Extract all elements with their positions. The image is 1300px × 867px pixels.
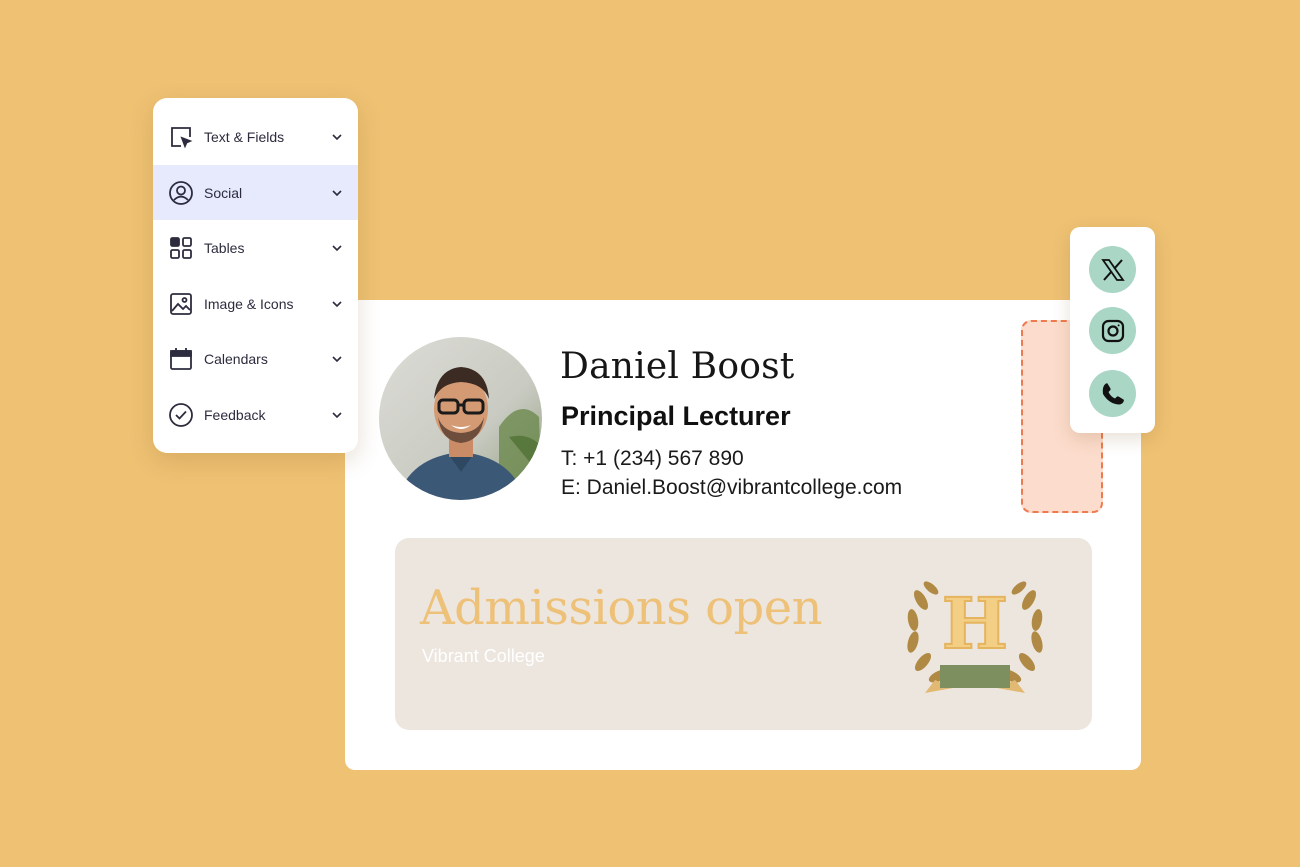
menu-label: Text & Fields	[204, 128, 285, 145]
menu-item-social[interactable]: Social	[153, 165, 358, 220]
menu-label: Social	[204, 184, 243, 201]
chevron-down-icon	[332, 411, 342, 418]
phone-icon	[1102, 382, 1124, 404]
signature-name[interactable]: Daniel Boost	[560, 346, 794, 387]
chevron-down-icon	[332, 300, 342, 307]
menu-label: Tables	[204, 239, 245, 256]
menu-item-calendars[interactable]: Calendars	[153, 331, 358, 386]
instagram-social-button[interactable]	[1089, 307, 1136, 354]
x-social-button[interactable]	[1089, 246, 1136, 293]
signature-title[interactable]: Principal Lecturer	[561, 401, 791, 432]
canvas-background: Daniel Boost Principal Lecturer T: +1 (2…	[0, 0, 1300, 867]
check-circle-icon	[168, 402, 194, 428]
college-crest-icon: H	[907, 581, 1043, 693]
banner-headline: Admissions open	[420, 580, 823, 636]
menu-item-image-icons[interactable]: Image & Icons	[153, 276, 358, 331]
signature-email[interactable]: E: Daniel.Boost@vibrantcollege.com	[561, 476, 902, 500]
x-logo-icon	[1100, 258, 1125, 281]
instagram-icon	[1101, 319, 1124, 342]
menu-label: Image & Icons	[204, 295, 294, 312]
menu-item-feedback[interactable]: Feedback	[153, 387, 358, 442]
admissions-banner[interactable]: Admissions open Vibrant College H	[395, 538, 1092, 730]
grid-icon	[168, 235, 194, 261]
chevron-down-icon	[332, 355, 342, 362]
menu-item-text-fields[interactable]: Text & Fields	[153, 109, 358, 164]
signature-phone[interactable]: T: +1 (234) 567 890	[561, 447, 744, 471]
social-icons-panel	[1070, 227, 1155, 433]
crest-letter: H	[942, 582, 1008, 665]
phone-social-button[interactable]	[1089, 370, 1136, 417]
menu-label: Calendars	[204, 350, 268, 367]
profile-photo	[379, 337, 542, 500]
user-circle-icon	[168, 180, 194, 206]
avatar	[379, 337, 542, 500]
calendar-icon	[168, 346, 194, 372]
chevron-down-icon	[332, 244, 342, 251]
cursor-select-icon	[168, 124, 194, 150]
elements-menu-panel: Text & Fields Social Tables Image & Icon…	[153, 98, 358, 453]
chevron-down-icon	[332, 189, 342, 196]
email-signature-card[interactable]: Daniel Boost Principal Lecturer T: +1 (2…	[345, 300, 1141, 770]
menu-label: Feedback	[204, 406, 266, 423]
chevron-down-icon	[332, 133, 342, 140]
banner-subtitle: Vibrant College	[422, 646, 545, 666]
menu-item-tables[interactable]: Tables	[153, 220, 358, 275]
image-icon	[168, 291, 194, 317]
